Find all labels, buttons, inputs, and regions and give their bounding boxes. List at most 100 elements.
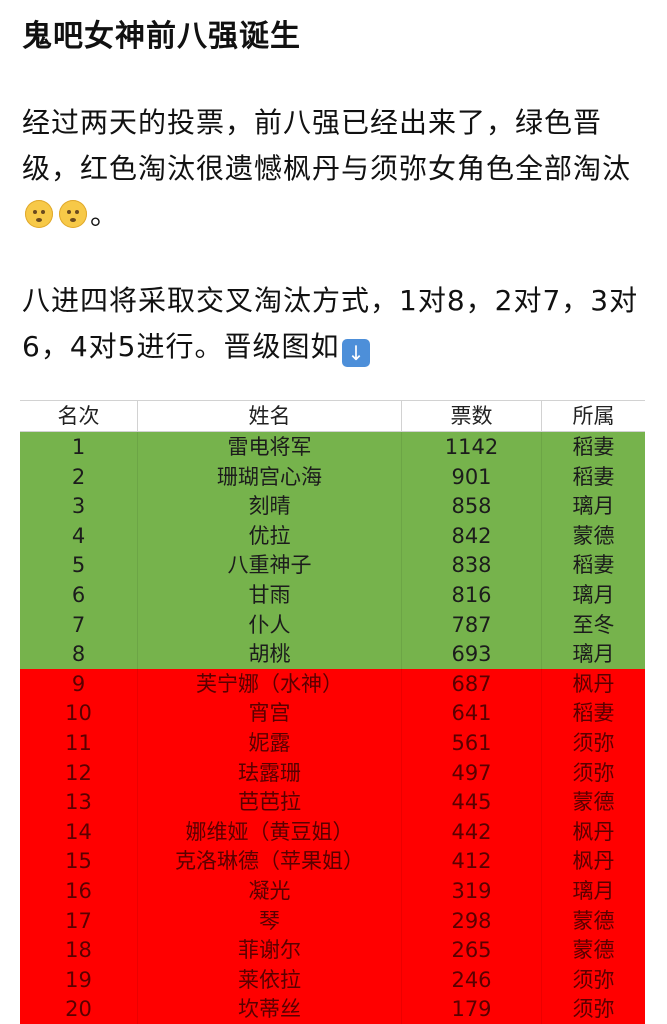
rank-cell: 6	[20, 579, 138, 610]
table-row: 16 凝光 319 璃月	[20, 875, 645, 906]
ranking-table-image[interactable]: 名次 姓名 票数 所属 1 雷电将军 1142 稻妻 2 珊瑚宫心海 901 稻妻 3 刻晴 858…	[20, 400, 645, 1024]
name-cell: 芭芭拉	[138, 787, 402, 817]
name-cell: 仆人	[138, 609, 402, 640]
table-row: 10 宵宫 641 稻妻	[20, 698, 645, 728]
paragraph-1-end: 。	[90, 198, 120, 231]
table-body: 1 雷电将军 1142 稻妻 2 珊瑚宫心海 901 稻妻 3 刻晴 858 璃月 4 优拉 842 蒙德 5 八…	[20, 432, 645, 1024]
post-paragraph-2: 八进四将采取交叉淘汰方式，1对8，2对7，3对6，4对5进行。晋级图如 ↓	[22, 278, 642, 370]
table-row: 17 琴 298 蒙德	[20, 905, 645, 936]
rank-cell: 11	[20, 727, 138, 758]
rank-cell: 19	[20, 964, 138, 995]
rank-cell: 8	[20, 639, 138, 669]
rank-cell: 4	[20, 520, 138, 551]
name-cell: 珊瑚宫心海	[138, 461, 402, 492]
region-cell: 枫丹	[572, 819, 615, 844]
votes-cell: 497	[402, 757, 542, 788]
region-cell: 璃月	[572, 878, 615, 903]
table-row: 1 雷电将军 1142 稻妻	[20, 432, 645, 462]
table-row: 8 胡桃 693 璃月	[20, 639, 645, 669]
table-row: 14 娜维娅（黄豆姐） 442 枫丹	[20, 816, 645, 847]
votes-cell: 641	[402, 698, 542, 728]
name-cell: 胡桃	[138, 639, 402, 669]
table-row: 4 优拉 842 蒙德	[20, 520, 645, 551]
region-cell: 稻妻	[572, 435, 615, 459]
votes-cell: 246	[402, 964, 542, 995]
name-cell: 雷电将军	[138, 432, 402, 462]
votes-cell: 265	[402, 935, 542, 965]
name-cell: 优拉	[138, 520, 402, 551]
region-cell: 须弥	[572, 760, 615, 785]
region-cell: 须弥	[572, 730, 615, 755]
table-header: 名次 姓名 票数 所属	[20, 400, 645, 432]
down-arrow-icon: ↓	[342, 339, 371, 367]
votes-cell: 838	[402, 550, 542, 580]
rank-cell: 5	[20, 550, 138, 580]
table-row: 5 八重神子 838 稻妻	[20, 550, 645, 580]
header-votes: 票数	[402, 401, 542, 431]
rank-cell: 3	[20, 491, 138, 521]
name-cell: 克洛琳德（苹果姐）	[138, 846, 402, 876]
paragraph-1-text: 经过两天的投票，前八强已经出来了，绿色晋级，红色淘汰很遗憾枫丹与须弥女角色全部淘…	[22, 106, 632, 185]
name-cell: 芙宁娜（水神）	[138, 668, 402, 699]
votes-cell: 298	[402, 905, 542, 936]
table-row: 11 妮露 561 须弥	[20, 727, 645, 758]
sad-face-icon	[25, 200, 53, 228]
rank-cell: 15	[20, 846, 138, 876]
post-paragraph-1: 经过两天的投票，前八强已经出来了，绿色晋级，红色淘汰很遗憾枫丹与须弥女角色全部淘…	[22, 100, 642, 238]
region-cell: 璃月	[572, 582, 615, 607]
votes-cell: 816	[402, 579, 542, 610]
region-cell: 蒙德	[572, 938, 615, 963]
table-row: 7 仆人 787 至冬	[20, 609, 645, 640]
region-cell: 枫丹	[572, 849, 615, 874]
rank-cell: 14	[20, 816, 138, 847]
table-row: 3 刻晴 858 璃月	[20, 491, 645, 521]
region-cell: 蒙德	[572, 908, 615, 933]
table-row: 18 菲谢尔 265 蒙德	[20, 935, 645, 965]
region-cell: 须弥	[572, 967, 615, 992]
rank-cell: 12	[20, 757, 138, 788]
region-cell: 蒙德	[572, 790, 615, 815]
region-cell: 枫丹	[572, 671, 615, 696]
name-cell: 凝光	[138, 875, 402, 906]
name-cell: 刻晴	[138, 491, 402, 521]
table-row: 6 甘雨 816 璃月	[20, 579, 645, 610]
sad-face-icon	[59, 200, 87, 228]
votes-cell: 787	[402, 609, 542, 640]
name-cell: 坎蒂丝	[138, 994, 402, 1024]
name-cell: 八重神子	[138, 550, 402, 580]
rank-cell: 16	[20, 875, 138, 906]
region-cell: 至冬	[572, 612, 615, 637]
region-cell: 稻妻	[572, 701, 615, 726]
votes-cell: 319	[402, 875, 542, 906]
paragraph-2-text: 八进四将采取交叉淘汰方式，1对8，2对7，3对6，4对5进行。晋级图如	[22, 284, 639, 363]
region-cell: 璃月	[572, 494, 615, 519]
rank-cell: 18	[20, 935, 138, 965]
votes-cell: 445	[402, 787, 542, 817]
rank-cell: 17	[20, 905, 138, 936]
name-cell: 宵宫	[138, 698, 402, 728]
votes-cell: 901	[402, 461, 542, 492]
name-cell: 珐露珊	[138, 757, 402, 788]
rank-cell: 2	[20, 461, 138, 492]
votes-cell: 412	[402, 846, 542, 876]
rank-cell: 7	[20, 609, 138, 640]
table-row: 9 芙宁娜（水神） 687 枫丹	[20, 668, 645, 699]
votes-cell: 442	[402, 816, 542, 847]
name-cell: 甘雨	[138, 579, 402, 610]
table-row: 13 芭芭拉 445 蒙德	[20, 787, 645, 817]
name-cell: 琴	[138, 905, 402, 936]
table-row: 2 珊瑚宫心海 901 稻妻	[20, 461, 645, 492]
header-name: 姓名	[138, 401, 402, 431]
region-cell: 须弥	[572, 997, 615, 1022]
votes-cell: 693	[402, 639, 542, 669]
votes-cell: 1142	[402, 432, 542, 462]
name-cell: 菲谢尔	[138, 935, 402, 965]
votes-cell: 858	[402, 491, 542, 521]
name-cell: 娜维娅（黄豆姐）	[138, 816, 402, 847]
region-cell: 璃月	[572, 642, 615, 667]
header-region: 所属	[572, 404, 615, 428]
votes-cell: 687	[402, 668, 542, 699]
rank-cell: 9	[20, 668, 138, 699]
rank-cell: 20	[20, 994, 138, 1024]
table-row: 15 克洛琳德（苹果姐） 412 枫丹	[20, 846, 645, 876]
